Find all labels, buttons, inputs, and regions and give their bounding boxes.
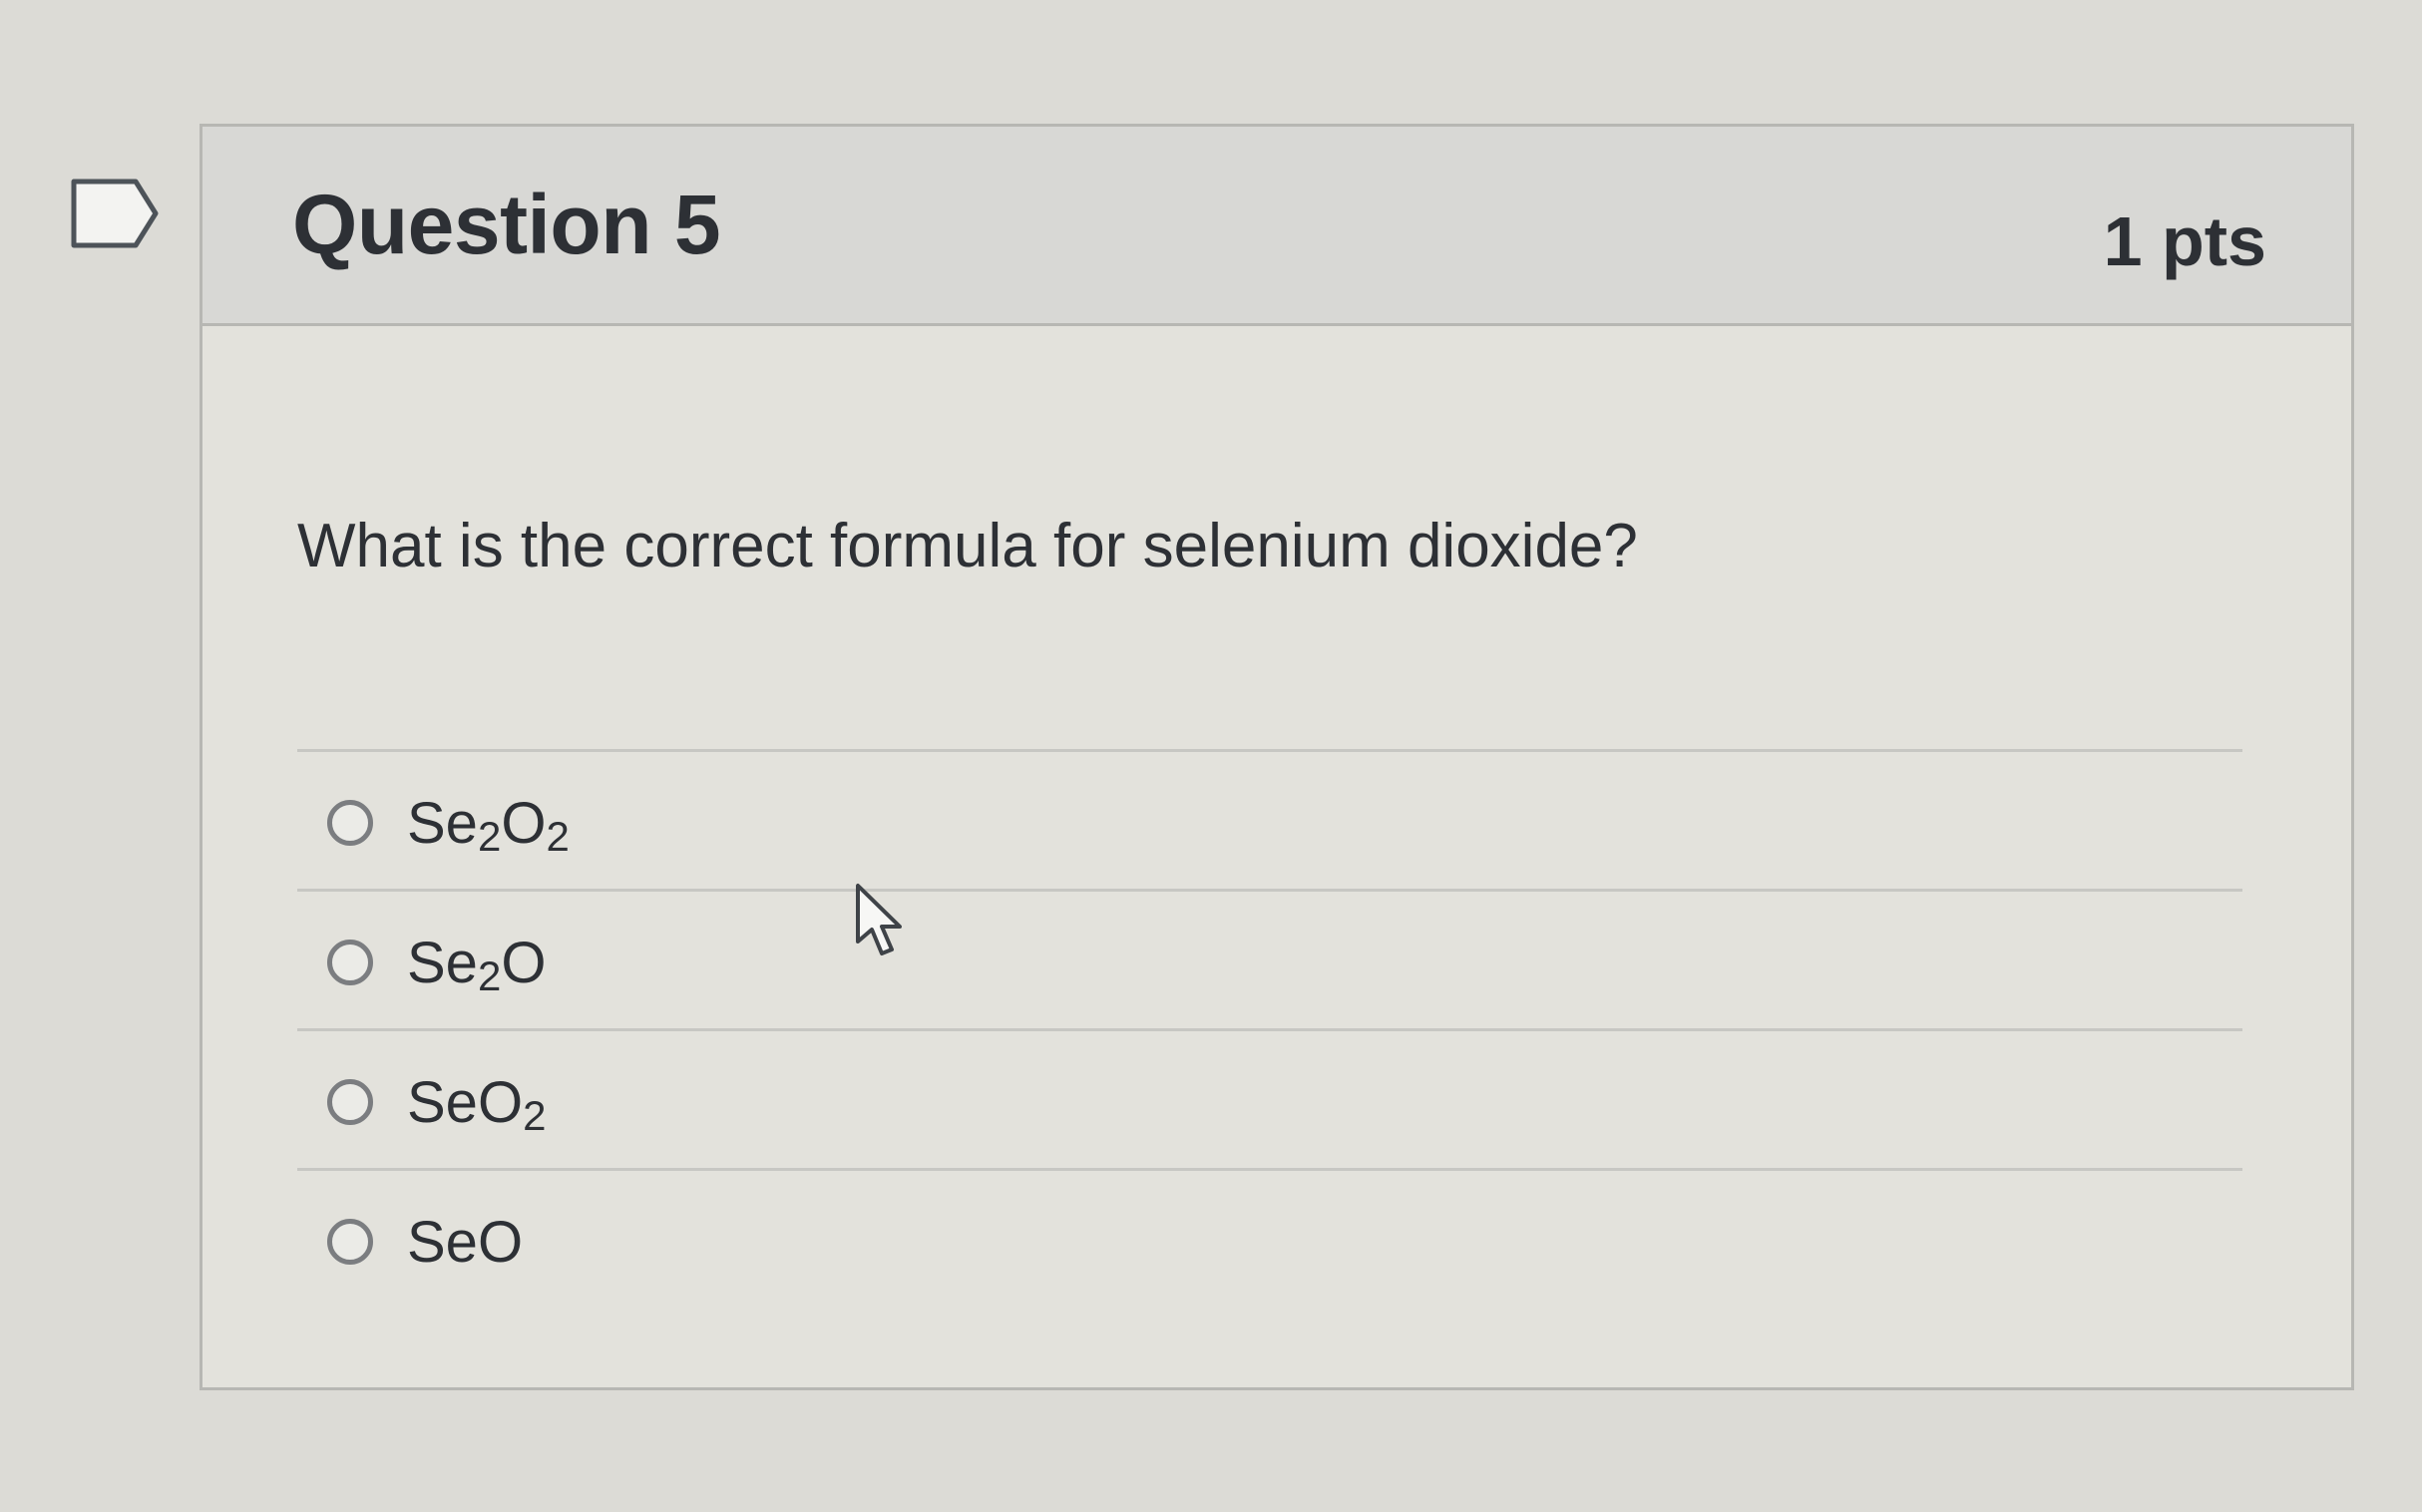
points-value: 1 pts [2103,202,2266,280]
radio-unselected-icon[interactable] [327,940,373,985]
answer-label[interactable]: Se2O [407,930,546,1000]
radio-unselected-icon[interactable] [327,1079,373,1125]
question-title: Question 5 [292,178,721,271]
answer-label[interactable]: SeO [407,1209,523,1280]
answer-label[interactable]: SeO2 [407,1069,546,1140]
answer-option[interactable]: SeO [297,1168,2242,1308]
question-header: Question 5 1 pts [202,127,2351,326]
answer-option[interactable]: Se2O2 [297,749,2242,889]
answer-list: Se2O2 Se2O SeO2 SeO [297,749,2242,1308]
flag-question-icon[interactable] [70,178,162,249]
mouse-pointer-icon [856,884,902,955]
answer-option[interactable]: SeO2 [297,1028,2242,1168]
radio-unselected-icon[interactable] [327,1219,373,1265]
answer-label[interactable]: Se2O2 [407,790,570,861]
question-card: Question 5 1 pts What is the correct for… [200,124,2354,1390]
radio-unselected-icon[interactable] [327,800,373,846]
answer-option[interactable]: Se2O [297,889,2242,1028]
question-text: What is the correct formula for selenium… [297,512,1638,580]
